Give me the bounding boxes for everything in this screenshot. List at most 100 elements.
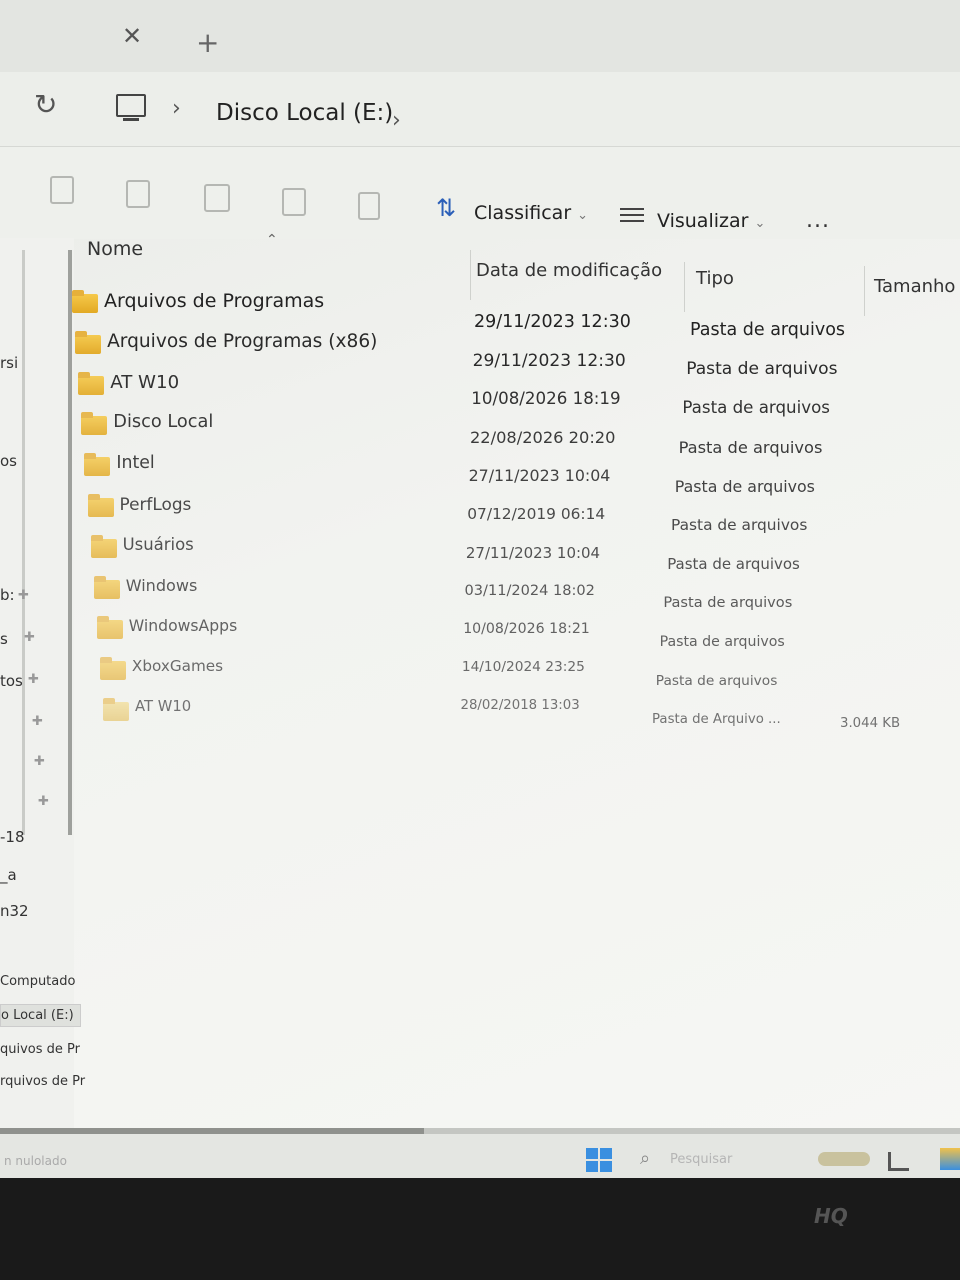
taskbar-app-icon[interactable] (888, 1152, 909, 1171)
file-type: Pasta de arquivos (667, 555, 800, 574)
file-type: Pasta de arquivos (663, 594, 793, 612)
share-icon[interactable] (282, 188, 306, 216)
file-explorer-window: ✕ + ↻ › Disco Local (E:) › ⇅ Classificar… (0, 0, 960, 1178)
column-header-type[interactable]: Tipo (696, 268, 734, 289)
sort-button[interactable]: Classificar ⌄ (474, 202, 588, 224)
navigation-scrollbar[interactable] (68, 250, 72, 835)
view-button[interactable]: Visualizar ⌄ (657, 210, 765, 232)
file-type: Pasta de arquivos (674, 476, 815, 496)
sidebar-item[interactable]: os (0, 452, 17, 470)
file-date: 29/11/2023 12:30 (474, 312, 631, 332)
pin-icon[interactable]: ✚ (28, 672, 39, 687)
sidebar-item[interactable]: quivos de Pr (0, 1042, 80, 1057)
monitor-brand-logo: HQ (814, 1204, 848, 1228)
file-date: 03/11/2024 18:02 (464, 582, 595, 600)
file-size: 3.044 KB (840, 716, 901, 731)
tab-bar (0, 0, 960, 72)
sidebar-item[interactable]: b: (0, 586, 15, 604)
file-name: XboxGames (131, 657, 224, 676)
sort-icon[interactable]: ⇅ (436, 194, 456, 222)
zip-folder-icon (103, 698, 129, 721)
rename-icon[interactable] (204, 184, 230, 212)
file-date: 22/08/2026 20:20 (469, 427, 616, 447)
folder-icon (87, 494, 114, 517)
folder-icon (81, 412, 108, 436)
delete-icon[interactable] (358, 192, 380, 220)
file-name: Disco Local (113, 412, 214, 433)
sidebar-item-selected-drive[interactable]: o Local (E:) (0, 1004, 81, 1027)
windows-start-icon[interactable] (586, 1148, 612, 1172)
copy-icon[interactable] (50, 176, 74, 204)
folder-icon (90, 534, 117, 558)
folder-icon (93, 575, 120, 599)
file-type: Pasta de arquivos (678, 437, 823, 457)
computer-icon[interactable] (116, 94, 146, 121)
column-divider[interactable] (684, 262, 685, 312)
file-explorer-taskbar-icon[interactable] (940, 1148, 960, 1170)
file-name: AT W10 (110, 371, 180, 393)
folder-icon (75, 330, 102, 354)
file-date: 27/11/2023 10:04 (468, 466, 611, 486)
file-date: 14/10/2024 23:25 (461, 659, 585, 676)
breadcrumb[interactable]: Disco Local (E:) (216, 100, 393, 126)
chevron-down-icon: ⌄ (577, 208, 589, 223)
chevron-right-icon[interactable]: › (172, 96, 181, 121)
column-divider[interactable] (864, 266, 865, 316)
column-header-name[interactable]: Nome (87, 238, 143, 260)
sort-ascending-icon: ⌃ (266, 232, 278, 248)
file-date: 27/11/2023 10:04 (465, 543, 601, 562)
column-header-date[interactable]: Data de modificação (476, 260, 662, 281)
file-date: 10/08/2026 18:19 (471, 389, 621, 409)
sidebar-item[interactable]: n32 (0, 902, 29, 920)
file-name: WindowsApps (128, 616, 238, 636)
sidebar-item[interactable]: -18 (0, 828, 25, 846)
close-tab-icon[interactable]: ✕ (122, 22, 142, 50)
file-type: Pasta de arquivos (671, 516, 808, 534)
sidebar-item[interactable]: rsi (0, 354, 18, 372)
file-date: 10/08/2026 18:21 (463, 620, 590, 637)
file-type: Pasta de arquivos (686, 359, 838, 380)
new-tab-icon[interactable]: + (196, 26, 219, 59)
taskbar (0, 1134, 960, 1178)
sidebar-item[interactable]: rquivos de Pr (0, 1074, 85, 1089)
sidebar-item[interactable]: _a (0, 866, 17, 884)
paste-icon[interactable] (126, 180, 150, 208)
refresh-icon[interactable]: ↻ (34, 88, 57, 121)
status-text: n nulolado (4, 1154, 67, 1168)
pin-icon[interactable]: ✚ (18, 588, 29, 603)
file-type: Pasta de arquivos (690, 320, 846, 340)
file-date: 29/11/2023 12:30 (472, 350, 626, 371)
file-type: Pasta de arquivos (659, 633, 785, 650)
file-type: Pasta de arquivos (682, 398, 830, 418)
pin-icon[interactable]: ✚ (38, 794, 49, 809)
view-icon[interactable] (620, 208, 644, 226)
navigation-divider (22, 250, 25, 835)
column-divider[interactable] (470, 250, 471, 300)
folder-icon (84, 453, 111, 477)
file-name: AT W10 (135, 698, 192, 715)
column-header-size[interactable]: Tamanho (874, 276, 955, 297)
search-icon[interactable]: ⌕ (640, 1148, 650, 1169)
pin-icon[interactable]: ✚ (34, 754, 45, 769)
file-name: Windows (125, 575, 198, 595)
file-name: Arquivos de Programas (x86) (107, 330, 378, 352)
taskbar-search-input[interactable]: Pesquisar (670, 1152, 732, 1167)
file-name: Arquivos de Programas (104, 290, 325, 312)
file-name: PerfLogs (119, 494, 192, 514)
folder-icon (99, 657, 126, 681)
folder-icon (78, 371, 105, 395)
sidebar-item[interactable]: tos (0, 672, 23, 690)
more-options-button[interactable]: ... (806, 208, 830, 233)
pin-icon[interactable]: ✚ (24, 630, 35, 645)
sidebar-item-computer[interactable]: Computado (0, 974, 75, 989)
file-name: Usuários (122, 534, 194, 554)
file-date: 07/12/2019 06:14 (467, 505, 606, 523)
pin-icon[interactable]: ✚ (32, 714, 43, 729)
folder-icon (96, 616, 123, 640)
file-name: Intel (116, 453, 155, 474)
file-date: 28/02/2018 13:03 (460, 698, 580, 713)
taskbar-widget-icon[interactable] (818, 1152, 870, 1166)
chevron-down-icon: ⌄ (754, 216, 766, 231)
chevron-right-icon[interactable]: › (392, 108, 401, 133)
sidebar-item[interactable]: s (0, 630, 8, 648)
